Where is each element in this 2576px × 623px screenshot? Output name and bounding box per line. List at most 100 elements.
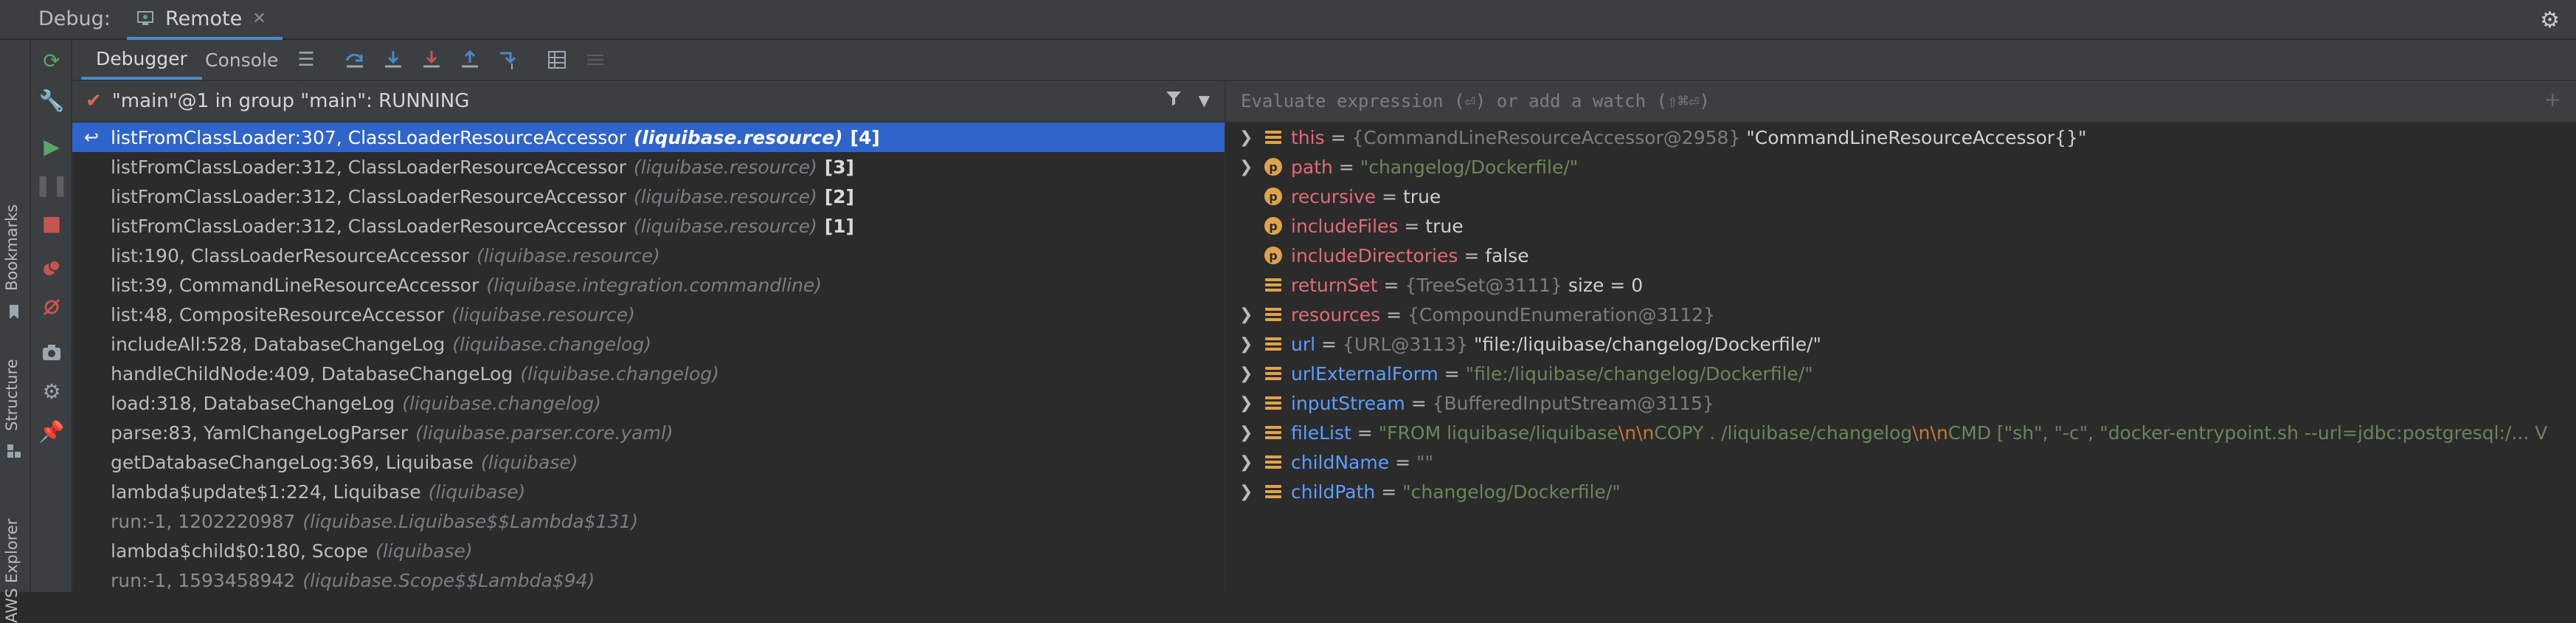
pause-program-icon[interactable]: ❚❚	[35, 171, 69, 198]
expand-chevron-icon[interactable]: ❯	[1239, 128, 1253, 147]
step-over-icon[interactable]	[381, 47, 406, 72]
tab-console[interactable]: Console	[190, 40, 293, 80]
expand-chevron-icon[interactable]: ❯	[1239, 158, 1253, 176]
stack-frame[interactable]: lambda$child$0:180, Scope (liquibase)	[72, 536, 1225, 565]
expand-chevron-icon[interactable]: ❯	[1239, 335, 1253, 354]
structure-icon[interactable]	[4, 441, 25, 461]
variable-row[interactable]: returnSet = {TreeSet@3111} size = 0	[1226, 270, 2576, 300]
filter-icon[interactable]	[1164, 89, 1183, 113]
stack-frame[interactable]: lambda$update$1:224, Liquibase (liquibas…	[72, 477, 1225, 506]
variable-value: "file:/liquibase/changelog/Dockerfile/"	[1473, 333, 1821, 355]
variable-row[interactable]: ❯ p path = "changelog/Dockerfile/"	[1226, 152, 2576, 182]
close-tab-icon[interactable]: ✕	[252, 10, 266, 28]
variable-row[interactable]: ❯ inputStream = {BufferedInputStream@311…	[1226, 388, 2576, 418]
variable-row[interactable]: ❯ childName = ""	[1226, 447, 2576, 477]
evaluate-expression-input[interactable]	[1239, 90, 2496, 112]
variable-row[interactable]: ❯ url = {URL@3113} "file:/liquibase/chan…	[1226, 329, 2576, 359]
stack-frame[interactable]: run:-1, 1593458942 (liquibase.Scope$$Lam…	[72, 565, 1225, 595]
frame-package: (liquibase.parser.core.yaml)	[415, 421, 674, 444]
thread-dropdown-chevron-icon[interactable]: ▼	[1199, 92, 1210, 109]
variable-row[interactable]: ❯ resources = {CompoundEnumeration@3112}	[1226, 300, 2576, 329]
variable-name: childName	[1291, 451, 1390, 473]
variable-row[interactable]: p includeDirectories = false	[1226, 241, 2576, 270]
debugger-subtoolbar: Debugger Console ☰	[72, 40, 2576, 81]
stack-frame[interactable]: run:-1, 1202220987 (liquibase.Liquibase$…	[72, 506, 1225, 536]
pin-tab-icon[interactable]: 📌	[38, 418, 65, 444]
wrench-icon[interactable]: 🔧	[38, 87, 65, 114]
variable-value: true	[1425, 215, 1464, 237]
thread-selector[interactable]: ✔ "main"@1 in group "main": RUNNING ▼	[72, 81, 1225, 123]
settings-icon[interactable]: ⚙	[38, 378, 65, 405]
session-tab-remote[interactable]: Remote ✕	[127, 0, 283, 40]
expand-chevron-icon[interactable]: ❯	[1239, 394, 1253, 413]
tab-debugger[interactable]: Debugger	[81, 40, 202, 80]
frame-method: run:-1, 1202220987	[111, 510, 296, 532]
frame-method: listFromClassLoader:312, ClassLoaderReso…	[111, 156, 626, 178]
stack-frame[interactable]: handleChildNode:409, DatabaseChangeLog (…	[72, 359, 1225, 388]
variable-row[interactable]: ❯ fileList = "FROM liquibase/liquibase\n…	[1226, 418, 2576, 447]
stack-frame[interactable]: listFromClassLoader:312, ClassLoaderReso…	[72, 182, 1225, 211]
stack-frame[interactable]: list:190, ClassLoaderResourceAccessor (l…	[72, 241, 1225, 270]
add-watch-icon[interactable]: +	[2544, 87, 2561, 111]
variables-tree: ❯ this = {CommandLineResourceAccessor@29…	[1226, 123, 2576, 506]
expand-chevron-icon[interactable]: ❯	[1239, 453, 1253, 472]
escape-sequence: \n\n	[1618, 421, 1655, 444]
stack-frame[interactable]: getDatabaseChangeLog:369, Liquibase (liq…	[72, 447, 1225, 477]
stack-frame[interactable]: load:318, DatabaseChangeLog (liquibase.c…	[72, 388, 1225, 418]
variable-value: "changelog/Dockerfile/"	[1402, 481, 1621, 503]
variable-name: this	[1291, 126, 1325, 148]
step-out-icon[interactable]	[457, 47, 482, 72]
frame-package: (liquibase.integration.commandline)	[486, 274, 823, 296]
camera-icon[interactable]	[38, 340, 65, 366]
field-icon	[1264, 128, 1282, 146]
frame-package: (liquibase.resource)	[451, 303, 635, 326]
variable-row[interactable]: ❯ childPath = "changelog/Dockerfile/"	[1226, 477, 2576, 506]
variable-type-ref: {URL@3113}	[1342, 333, 1468, 355]
stop-icon[interactable]: ■	[38, 210, 65, 236]
variable-row[interactable]: ❯ this = {CommandLineResourceAccessor@29…	[1226, 123, 2576, 152]
thread-status-check-icon: ✔	[86, 90, 102, 112]
frame-recursion-count: [4]	[850, 126, 880, 148]
layout-menu-icon[interactable]: ☰	[294, 47, 319, 72]
trace-current-stream-icon[interactable]	[583, 47, 608, 72]
settings-gear-icon[interactable]: ⚙	[2540, 7, 2560, 33]
variable-row[interactable]: p recursive = true	[1226, 182, 2576, 211]
run-to-cursor-icon[interactable]	[496, 47, 521, 72]
evaluate-expression-bar: +	[1226, 81, 2576, 123]
frame-method: getDatabaseChangeLog:369, Liquibase	[111, 451, 474, 473]
stack-frame[interactable]: listFromClassLoader:312, ClassLoaderReso…	[72, 152, 1225, 182]
frame-method: listFromClassLoader:312, ClassLoaderReso…	[111, 215, 626, 237]
frame-package: (liquibase.resource)	[476, 244, 660, 266]
variable-name: includeFiles	[1291, 215, 1399, 237]
rail-aws-explorer-label[interactable]: AWS Explorer	[3, 519, 21, 623]
frame-method: listFromClassLoader:312, ClassLoaderReso…	[111, 185, 626, 207]
expand-chevron-icon[interactable]: ❯	[1239, 483, 1253, 501]
rail-structure-label[interactable]: Structure	[3, 359, 21, 431]
parameter-icon: p	[1264, 247, 1282, 264]
bookmarks-icon[interactable]	[4, 303, 25, 322]
frame-package: (liquibase.Liquibase$$Lambda$131)	[302, 510, 639, 532]
rerun-icon[interactable]: ⟳	[38, 47, 65, 74]
stack-frame[interactable]: listFromClassLoader:312, ClassLoaderReso…	[72, 211, 1225, 241]
stack-frame[interactable]: list:48, CompositeResourceAccessor (liqu…	[72, 300, 1225, 329]
evaluate-expression-icon[interactable]	[544, 47, 569, 72]
variable-value: "CommandLineResourceAccessor{}"	[1746, 126, 2087, 148]
stack-frame[interactable]: includeAll:528, DatabaseChangeLog (liqui…	[72, 329, 1225, 359]
show-execution-point-icon[interactable]	[342, 47, 367, 72]
step-into-icon[interactable]	[419, 47, 444, 72]
variable-row[interactable]: p includeFiles = true	[1226, 211, 2576, 241]
stack-frame[interactable]: parse:83, YamlChangeLogParser (liquibase…	[72, 418, 1225, 447]
frame-recursion-count: [2]	[824, 185, 854, 207]
field-icon	[1264, 306, 1282, 323]
resume-program-icon[interactable]: ▶	[38, 133, 65, 159]
variable-name: childPath	[1291, 481, 1376, 503]
expand-chevron-icon[interactable]: ❯	[1239, 365, 1253, 383]
expand-chevron-icon[interactable]: ❯	[1239, 424, 1253, 442]
rail-bookmarks-label[interactable]: Bookmarks	[3, 204, 21, 291]
expand-chevron-icon[interactable]: ❯	[1239, 306, 1253, 324]
variable-row[interactable]: ❯ urlExternalForm = "file:/liquibase/cha…	[1226, 359, 2576, 388]
mute-breakpoints-icon[interactable]	[38, 294, 65, 320]
stack-frame[interactable]: ↩ listFromClassLoader:307, ClassLoaderRe…	[72, 123, 1225, 152]
view-breakpoints-icon[interactable]	[38, 255, 65, 282]
stack-frame[interactable]: list:39, CommandLineResourceAccessor (li…	[72, 270, 1225, 300]
